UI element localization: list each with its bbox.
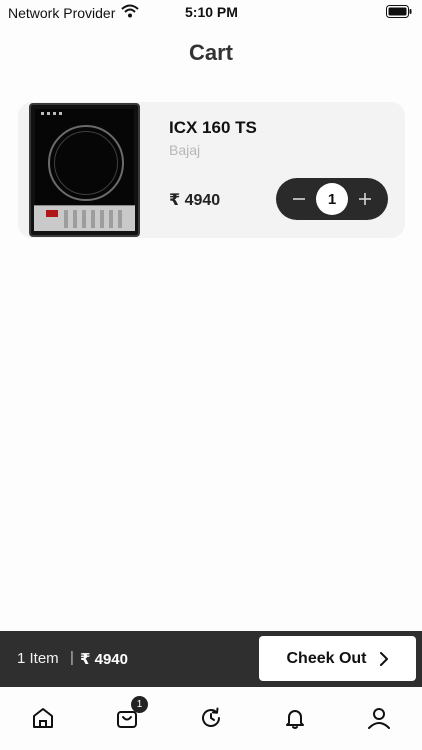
bell-icon [286, 710, 304, 729]
checkout-label: Cheek Out [286, 649, 367, 667]
decrease-quantity-button[interactable] [282, 178, 316, 220]
nav-home[interactable] [28, 703, 58, 733]
cart-item[interactable]: ICX 160 TS Bajaj ₹ 4940 1 [18, 102, 405, 238]
carrier-name: Network Provider [8, 4, 116, 21]
nav-history[interactable] [196, 703, 226, 733]
checkout-bar: 1 Item | ₹ 4940 Cheek Out [0, 631, 422, 687]
summary-separator: | [70, 649, 74, 666]
product-price: ₹ 4940 [169, 192, 221, 209]
product-name: ICX 160 TS [169, 118, 257, 137]
cart-screen: Network Provider 5:10 PM Cart ICX 160 TS… [0, 0, 422, 750]
home-icon [33, 708, 53, 728]
product-brand: Bajaj [169, 142, 201, 158]
item-count: 1 Item [17, 650, 59, 667]
battery-icon [386, 5, 412, 21]
history-icon [202, 707, 220, 727]
minus-icon [293, 198, 305, 200]
quantity-stepper: 1 [276, 178, 388, 220]
bottom-nav: 1 [0, 687, 422, 750]
wifi-icon [121, 4, 140, 21]
cart-count-badge: 1 [131, 696, 148, 713]
cooktop-coil-inner [54, 131, 118, 195]
cooktop-display [46, 210, 58, 217]
carrier-group: Network Provider [8, 4, 140, 21]
plus-icon [359, 193, 371, 205]
checkout-button[interactable]: Cheek Out [259, 636, 416, 681]
status-time: 5:10 PM [185, 4, 238, 20]
page-title: Cart [188, 40, 233, 65]
nav-notifications[interactable] [280, 703, 310, 733]
quantity-value: 1 [316, 183, 348, 215]
increase-quantity-button[interactable] [348, 178, 382, 220]
chevron-right-icon [379, 651, 388, 666]
status-bar: Network Provider 5:10 PM [0, 0, 422, 24]
cooktop-control-panel [34, 205, 135, 231]
cart-total: ₹ 4940 [80, 651, 128, 668]
nav-profile[interactable] [364, 703, 394, 733]
product-image [29, 103, 140, 237]
cooktop-brand-mark [41, 112, 63, 115]
user-icon [368, 708, 390, 729]
cooktop-buttons [64, 210, 126, 228]
